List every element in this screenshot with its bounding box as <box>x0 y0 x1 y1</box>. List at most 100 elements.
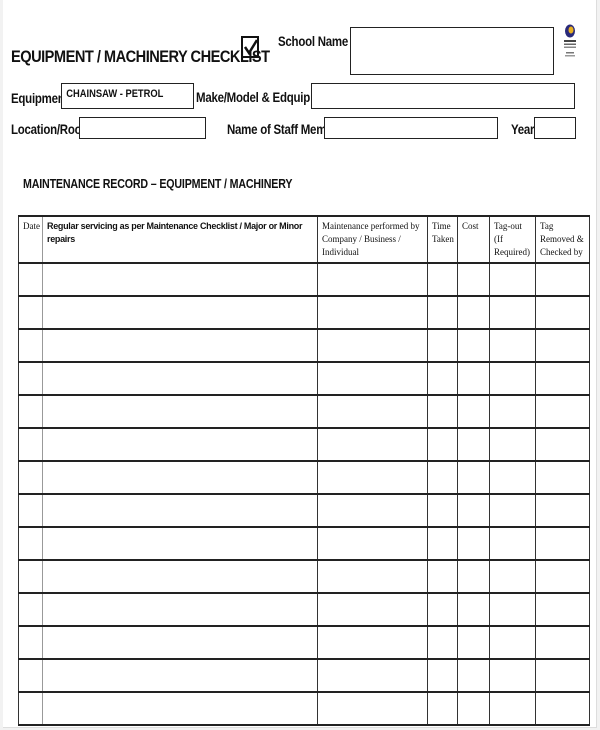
cell-date[interactable] <box>18 262 43 297</box>
cell-date[interactable] <box>18 295 43 330</box>
cell-performed-by[interactable] <box>317 295 428 330</box>
cell-tag-removed[interactable] <box>535 361 590 396</box>
cell-cost[interactable] <box>457 592 490 627</box>
year-field[interactable] <box>534 117 576 139</box>
cell-time-taken[interactable] <box>427 427 458 462</box>
cell-performed-by[interactable] <box>317 394 428 429</box>
cell-time-taken[interactable] <box>427 361 458 396</box>
cell-cost[interactable] <box>457 625 490 660</box>
cell-performed-by[interactable] <box>317 691 428 726</box>
cell-cost[interactable] <box>457 526 490 561</box>
cell-date[interactable] <box>18 361 43 396</box>
cell-performed-by[interactable] <box>317 328 428 363</box>
cell-performed-by[interactable] <box>317 493 428 528</box>
cell-tag-out[interactable] <box>489 328 536 363</box>
cell-time-taken[interactable] <box>427 526 458 561</box>
cell-tag-out[interactable] <box>489 361 536 396</box>
equipment-field[interactable]: CHAINSAW - PETROL <box>61 83 194 109</box>
cell-tag-removed[interactable] <box>535 295 590 330</box>
cell-time-taken[interactable] <box>427 460 458 495</box>
cell-tag-removed[interactable] <box>535 625 590 660</box>
cell-performed-by[interactable] <box>317 262 428 297</box>
cell-servicing[interactable] <box>42 361 318 396</box>
cell-performed-by[interactable] <box>317 658 428 693</box>
cell-tag-removed[interactable] <box>535 658 590 693</box>
cell-servicing[interactable] <box>42 262 318 297</box>
cell-performed-by[interactable] <box>317 592 428 627</box>
cell-tag-out[interactable] <box>489 295 536 330</box>
cell-servicing[interactable] <box>42 658 318 693</box>
cell-tag-removed[interactable] <box>535 427 590 462</box>
cell-performed-by[interactable] <box>317 361 428 396</box>
cell-servicing[interactable] <box>42 625 318 660</box>
cell-time-taken[interactable] <box>427 295 458 330</box>
cell-tag-removed[interactable] <box>535 328 590 363</box>
cell-servicing[interactable] <box>42 295 318 330</box>
cell-tag-out[interactable] <box>489 262 536 297</box>
cell-cost[interactable] <box>457 493 490 528</box>
cell-servicing[interactable] <box>42 559 318 594</box>
cell-servicing[interactable] <box>42 328 318 363</box>
cell-date[interactable] <box>18 493 43 528</box>
cell-tag-out[interactable] <box>489 394 536 429</box>
cell-performed-by[interactable] <box>317 625 428 660</box>
cell-tag-removed[interactable] <box>535 262 590 297</box>
cell-date[interactable] <box>18 658 43 693</box>
cell-date[interactable] <box>18 394 43 429</box>
cell-date[interactable] <box>18 328 43 363</box>
cell-tag-out[interactable] <box>489 526 536 561</box>
cell-cost[interactable] <box>457 427 490 462</box>
cell-time-taken[interactable] <box>427 625 458 660</box>
cell-cost[interactable] <box>457 691 490 726</box>
school-name-field[interactable] <box>350 27 554 75</box>
staff-member-field[interactable] <box>324 117 498 139</box>
cell-servicing[interactable] <box>42 460 318 495</box>
cell-tag-removed[interactable] <box>535 526 590 561</box>
cell-tag-removed[interactable] <box>535 493 590 528</box>
cell-performed-by[interactable] <box>317 460 428 495</box>
title-checkbox[interactable] <box>241 36 259 58</box>
cell-cost[interactable] <box>457 460 490 495</box>
cell-time-taken[interactable] <box>427 493 458 528</box>
cell-time-taken[interactable] <box>427 394 458 429</box>
cell-tag-out[interactable] <box>489 691 536 726</box>
cell-servicing[interactable] <box>42 526 318 561</box>
cell-date[interactable] <box>18 592 43 627</box>
cell-tag-removed[interactable] <box>535 691 590 726</box>
cell-cost[interactable] <box>457 658 490 693</box>
cell-time-taken[interactable] <box>427 691 458 726</box>
cell-tag-out[interactable] <box>489 625 536 660</box>
cell-tag-removed[interactable] <box>535 592 590 627</box>
cell-servicing[interactable] <box>42 493 318 528</box>
cell-tag-removed[interactable] <box>535 460 590 495</box>
cell-time-taken[interactable] <box>427 559 458 594</box>
cell-cost[interactable] <box>457 262 490 297</box>
cell-date[interactable] <box>18 559 43 594</box>
cell-servicing[interactable] <box>42 394 318 429</box>
cell-time-taken[interactable] <box>427 262 458 297</box>
cell-tag-out[interactable] <box>489 493 536 528</box>
cell-cost[interactable] <box>457 328 490 363</box>
cell-servicing[interactable] <box>42 427 318 462</box>
cell-tag-removed[interactable] <box>535 559 590 594</box>
cell-tag-out[interactable] <box>489 559 536 594</box>
cell-cost[interactable] <box>457 394 490 429</box>
cell-cost[interactable] <box>457 559 490 594</box>
cell-time-taken[interactable] <box>427 328 458 363</box>
cell-performed-by[interactable] <box>317 559 428 594</box>
cell-tag-removed[interactable] <box>535 394 590 429</box>
cell-tag-out[interactable] <box>489 592 536 627</box>
cell-date[interactable] <box>18 691 43 726</box>
cell-servicing[interactable] <box>42 691 318 726</box>
cell-time-taken[interactable] <box>427 592 458 627</box>
cell-time-taken[interactable] <box>427 658 458 693</box>
cell-tag-out[interactable] <box>489 427 536 462</box>
cell-servicing[interactable] <box>42 592 318 627</box>
cell-date[interactable] <box>18 526 43 561</box>
cell-cost[interactable] <box>457 295 490 330</box>
cell-performed-by[interactable] <box>317 427 428 462</box>
make-model-field[interactable] <box>311 83 575 109</box>
cell-date[interactable] <box>18 625 43 660</box>
cell-tag-out[interactable] <box>489 658 536 693</box>
cell-date[interactable] <box>18 460 43 495</box>
